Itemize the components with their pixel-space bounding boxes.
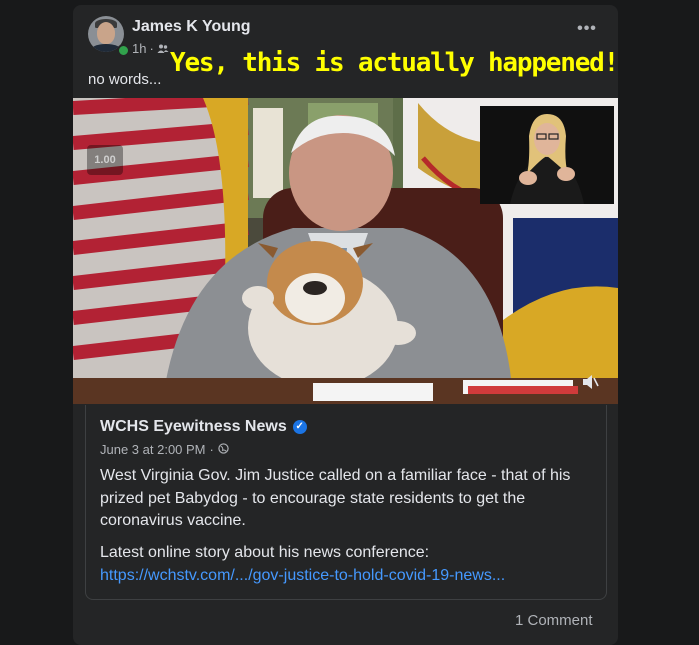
friends-icon[interactable] (157, 43, 169, 55)
shared-post-card[interactable]: WCHS Eyewitness News ✓ June 3 at 2:00 PM… (85, 405, 607, 600)
comment-count[interactable]: 1 Comment (515, 612, 593, 629)
page-name-label: WCHS Eyewitness News (100, 418, 287, 435)
post-time[interactable]: 1h (132, 41, 146, 56)
article-link[interactable]: https://wchstv.com/.../gov-justice-to-ho… (100, 567, 505, 585)
meta-separator: · (209, 442, 214, 457)
author-name[interactable]: James K Young (132, 18, 251, 36)
page-name[interactable]: WCHS Eyewitness News ✓ (100, 418, 307, 436)
interpreter-inset (480, 106, 614, 204)
shared-post-meta: June 3 at 2:00 PM · (100, 442, 229, 457)
overlay-caption: Yes, this is actually happened! (170, 48, 619, 78)
more-icon[interactable]: ••• (573, 19, 601, 43)
verified-icon: ✓ (292, 420, 307, 434)
shared-post-date[interactable]: June 3 at 2:00 PM (100, 442, 206, 457)
volume-icon[interactable] (581, 374, 599, 390)
link-intro-text: Latest online story about his news confe… (100, 544, 430, 561)
globe-icon (218, 442, 229, 457)
shared-post-text: West Virginia Gov. Jim Justice called on… (100, 467, 571, 529)
meta-separator: · (149, 41, 154, 56)
post-meta: 1h · (132, 41, 169, 56)
playback-speed-badge[interactable]: 1.00 (87, 145, 123, 175)
post-text: no words... (88, 71, 162, 88)
video-player[interactable]: 1.00 (73, 98, 618, 404)
online-status-dot (117, 44, 130, 57)
